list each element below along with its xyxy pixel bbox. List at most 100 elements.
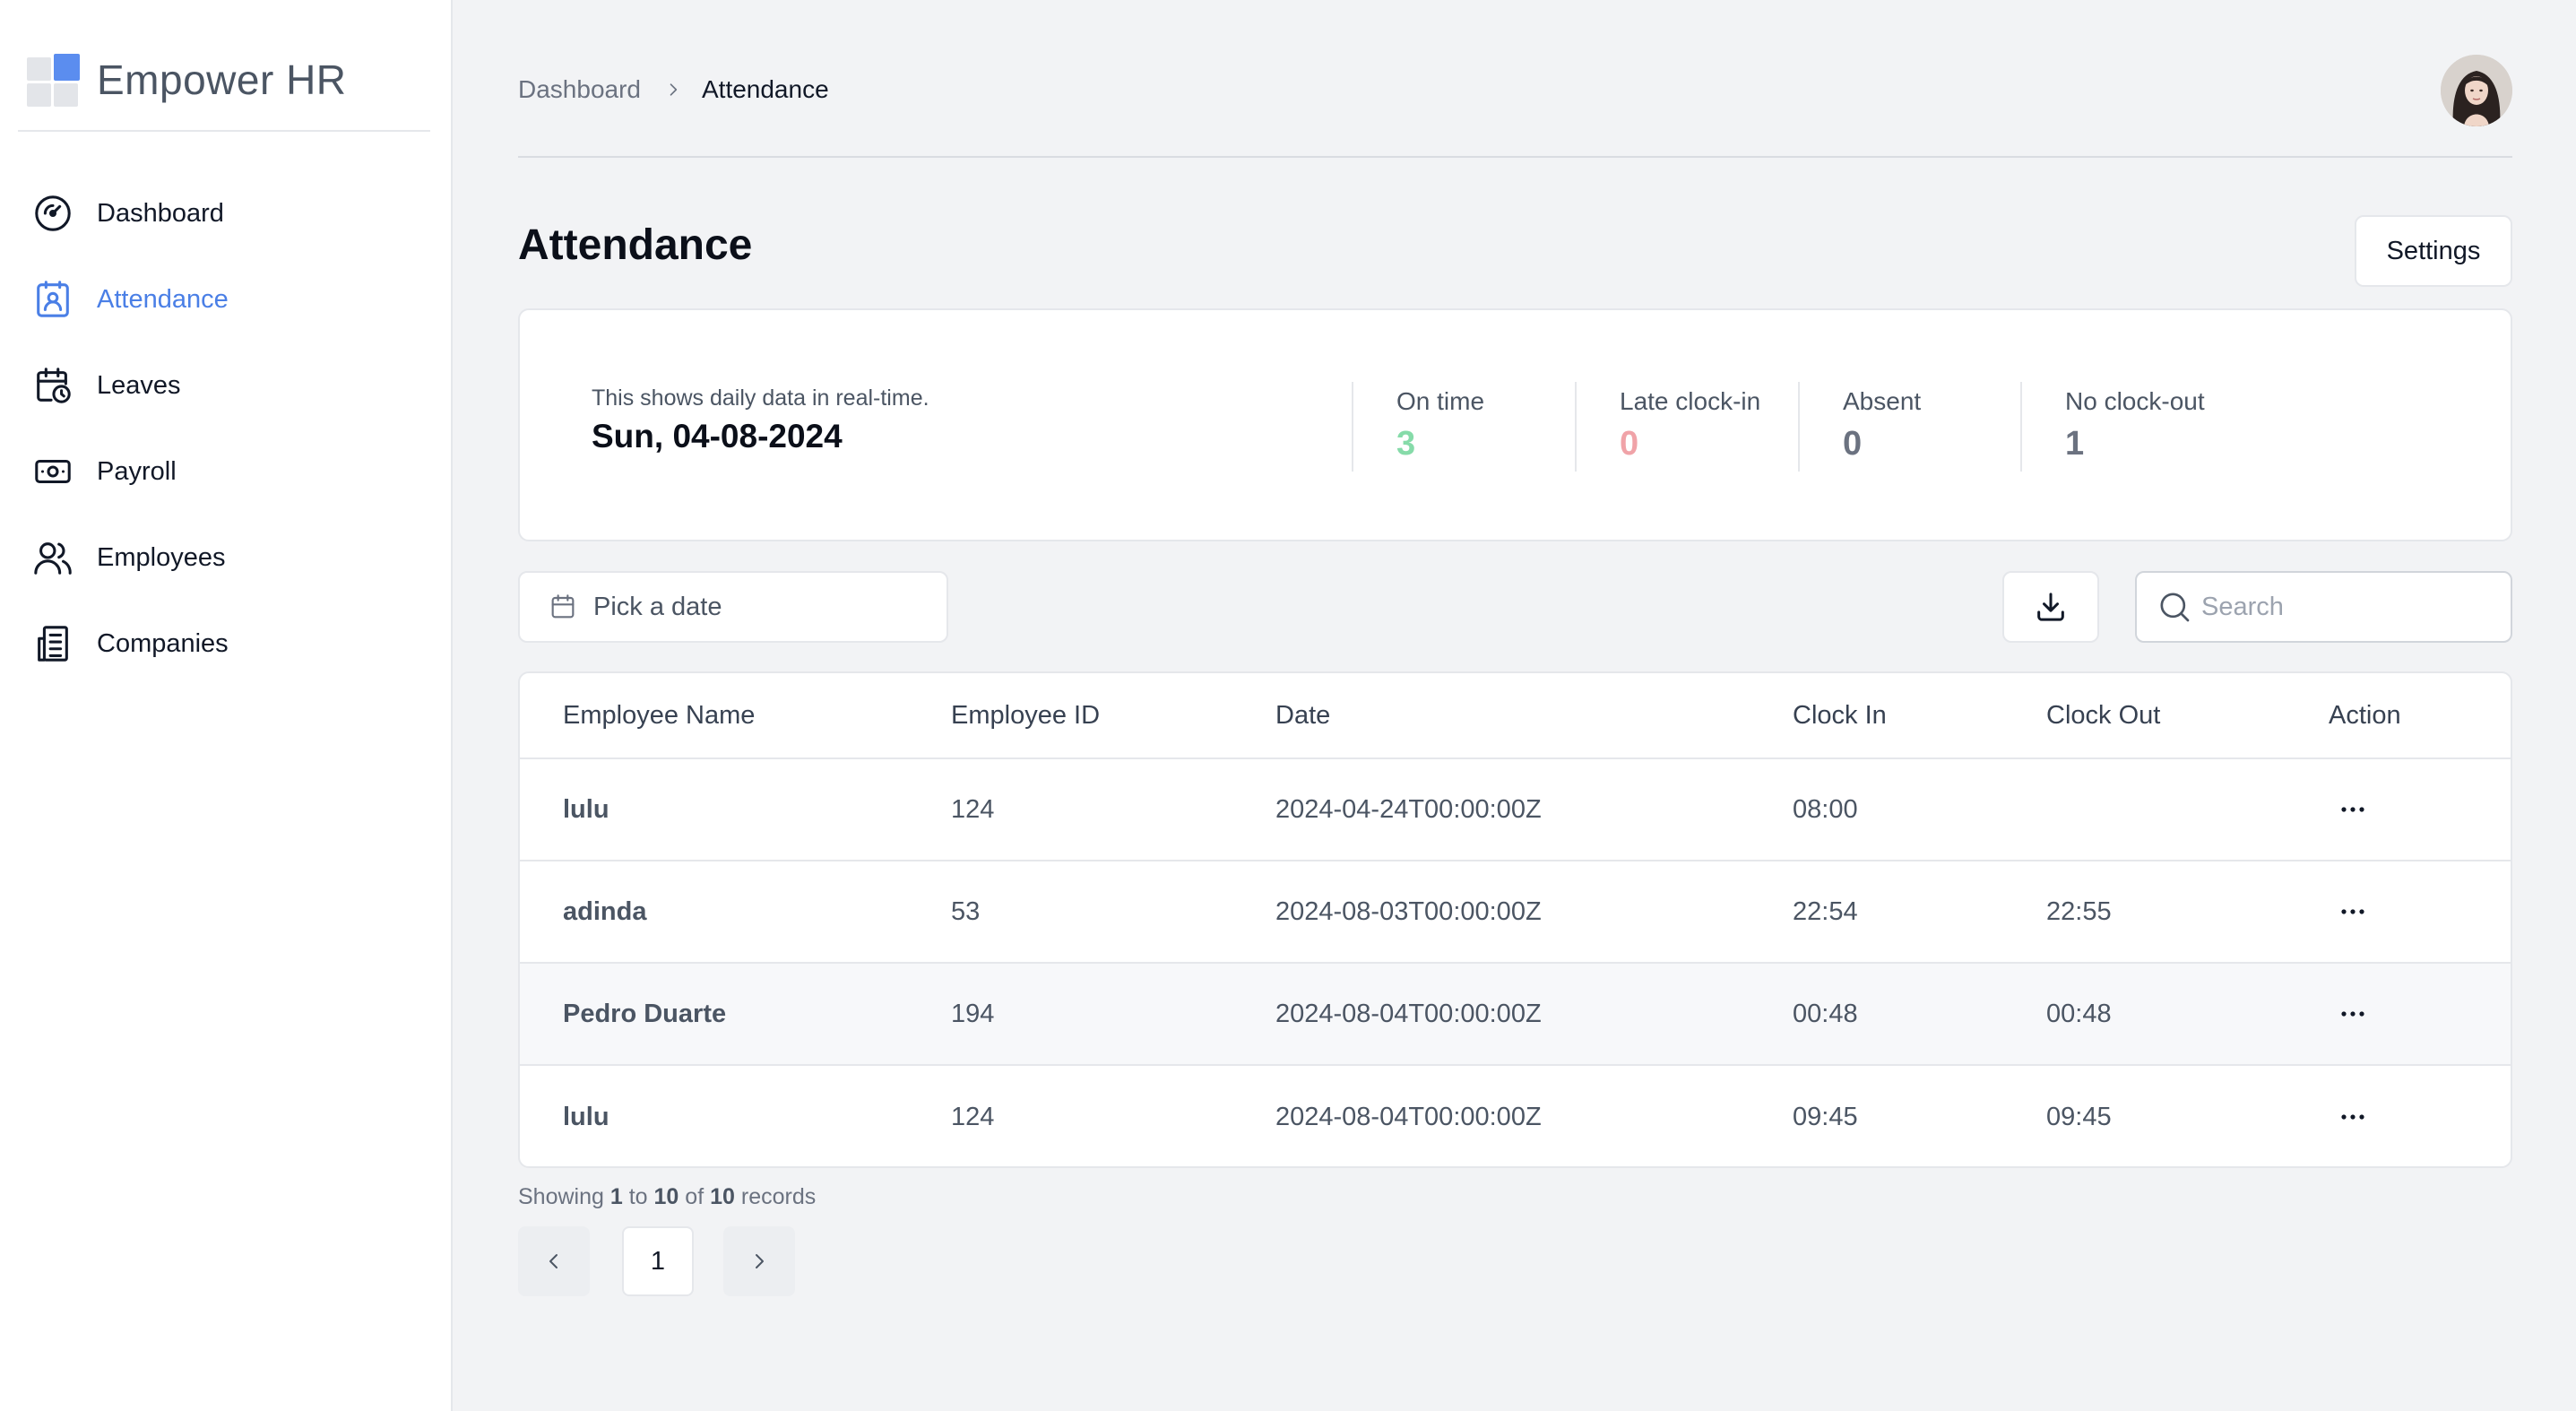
row-actions-button[interactable] [2332, 1096, 2373, 1138]
column-header-employee-id[interactable]: Employee ID [951, 673, 1100, 757]
stat-absent: Absent 0 [1798, 382, 1921, 472]
search-input[interactable] [2201, 592, 2488, 622]
table-row[interactable]: Pedro Duarte 194 2024-08-04T00:00:00Z 00… [520, 964, 2511, 1066]
cell-date: 2024-08-04T00:00:00Z [1275, 1102, 1542, 1131]
sidebar-item-leaves[interactable]: Leaves [32, 342, 427, 428]
sidebar-item-label: Payroll [97, 456, 177, 486]
sidebar-item-label: Companies [97, 628, 229, 658]
cell-date: 2024-08-04T00:00:00Z [1275, 999, 1542, 1028]
page-number-button[interactable]: 1 [622, 1226, 694, 1296]
more-horizontal-icon [2341, 1011, 2364, 1017]
cell-clock-out: 09:45 [2046, 1102, 2112, 1131]
chevron-right-icon [756, 1254, 764, 1268]
stat-on-time: On time 3 [1352, 382, 1484, 472]
column-header-clock-out[interactable]: Clock Out [2046, 673, 2160, 757]
sidebar-item-companies[interactable]: Companies [32, 601, 427, 687]
column-header-clock-in[interactable]: Clock In [1793, 673, 1887, 757]
chevron-left-icon [549, 1254, 558, 1268]
row-actions-button[interactable] [2332, 789, 2373, 830]
divider [18, 130, 430, 132]
brand[interactable]: Empower HR [27, 52, 347, 108]
building-icon [38, 626, 68, 662]
stat-value: 0 [1843, 425, 1863, 463]
sidebar-item-attendance[interactable]: Attendance [32, 256, 427, 342]
page-title: Attendance [518, 221, 753, 269]
sidebar-item-label: Attendance [97, 284, 229, 314]
cell-clock-in: 08:00 [1793, 794, 1858, 824]
cell-employee-id: 124 [951, 794, 995, 824]
user-photo-icon [2441, 55, 2512, 126]
gauge-icon [35, 195, 71, 231]
sidebar: Empower HR Dashboard Attendance Leaves P… [0, 0, 453, 1411]
logo-icon [27, 54, 81, 107]
row-actions-button[interactable] [2332, 993, 2373, 1034]
records-label: records [740, 1184, 817, 1209]
download-icon [2037, 593, 2064, 621]
table-row[interactable]: lulu 124 2024-04-24T00:00:00Z 08:00 [520, 759, 2511, 861]
records-from: 1 [609, 1184, 623, 1209]
stat-late-clock-in: Late clock-in 0 [1575, 382, 1760, 472]
date-picker-button[interactable]: Pick a date [518, 571, 948, 643]
sidebar-item-dashboard[interactable]: Dashboard [32, 170, 427, 256]
stat-label: Late clock-in [1620, 387, 1761, 415]
breadcrumb-current: Attendance [701, 75, 829, 103]
app-name: Empower HR [97, 56, 347, 103]
records-to-label: to [628, 1184, 648, 1209]
column-header-employee-name[interactable]: Employee Name [563, 673, 755, 757]
sidebar-item-label: Employees [97, 542, 226, 572]
sidebar-item-payroll[interactable]: Payroll [32, 428, 427, 515]
summary-date: Sun, 04-08-2024 [592, 418, 843, 454]
cell-clock-in: 00:48 [1793, 999, 1858, 1028]
cell-clock-in: 09:45 [1793, 1102, 1858, 1131]
more-horizontal-icon [2341, 909, 2364, 914]
sidebar-nav: Dashboard Attendance Leaves Payroll Empl… [32, 170, 427, 687]
cell-action [2329, 861, 2373, 962]
column-header-date[interactable]: Date [1275, 673, 1330, 757]
cell-action [2329, 1066, 2373, 1166]
cell-employee-name: Pedro Duarte [563, 999, 727, 1028]
stat-label: No clock-out [2065, 387, 2205, 415]
calendar-clock-icon [37, 368, 71, 403]
records-summary: Showing 1 to 10 of 10 records [518, 1184, 816, 1210]
records-total: 10 [710, 1184, 735, 1209]
stat-label: Absent [1843, 387, 1922, 415]
table-row[interactable]: lulu 124 2024-08-04T00:00:00Z 09:45 09:4… [520, 1066, 2511, 1166]
header-divider [518, 156, 2512, 158]
cell-date: 2024-04-24T00:00:00Z [1275, 794, 1542, 824]
previous-page-button[interactable] [518, 1226, 590, 1296]
cell-action [2329, 964, 2373, 1064]
table-row[interactable]: adinda 53 2024-08-03T00:00:00Z 22:54 22:… [520, 861, 2511, 964]
records-of-label: of [685, 1184, 705, 1209]
column-header-action: Action [2329, 700, 2401, 730]
cell-employee-id: 124 [951, 1102, 995, 1131]
settings-button[interactable]: Settings [2355, 215, 2512, 287]
row-actions-button[interactable] [2332, 891, 2373, 932]
attendance-summary-card: This shows daily data in real-time. Sun,… [518, 308, 2512, 541]
avatar[interactable] [2441, 55, 2512, 126]
download-button[interactable] [2002, 571, 2099, 643]
main-content: Dashboard Attendance Attendance Settings… [518, 0, 2512, 1411]
sidebar-item-label: Dashboard [97, 198, 224, 228]
cell-clock-in: 22:54 [1793, 896, 1858, 926]
date-picker-placeholder: Pick a date [593, 592, 722, 621]
stat-value: 3 [1396, 425, 1416, 463]
records-to: 10 [653, 1184, 679, 1209]
stat-value: 1 [2065, 425, 2085, 463]
sidebar-item-employees[interactable]: Employees [32, 515, 427, 601]
cell-date: 2024-08-03T00:00:00Z [1275, 896, 1542, 926]
summary-note: This shows daily data in real-time. [592, 385, 929, 411]
cell-employee-id: 194 [951, 999, 995, 1028]
cell-clock-out: 22:55 [2046, 896, 2112, 926]
records-showing-label: Showing [518, 1184, 604, 1209]
search-field[interactable] [2135, 571, 2512, 643]
cell-clock-out: 00:48 [2046, 999, 2112, 1028]
cell-action [2329, 759, 2373, 860]
breadcrumb-dashboard-link[interactable]: Dashboard [518, 75, 641, 104]
chevron-right-icon [670, 83, 678, 96]
cell-employee-name: lulu [563, 794, 609, 824]
stat-value: 0 [1620, 425, 1639, 463]
cell-employee-name: adinda [563, 896, 647, 926]
next-page-button[interactable] [723, 1226, 795, 1296]
stat-no-clock-out: No clock-out 1 [2020, 382, 2205, 472]
sidebar-item-label: Leaves [97, 370, 181, 400]
